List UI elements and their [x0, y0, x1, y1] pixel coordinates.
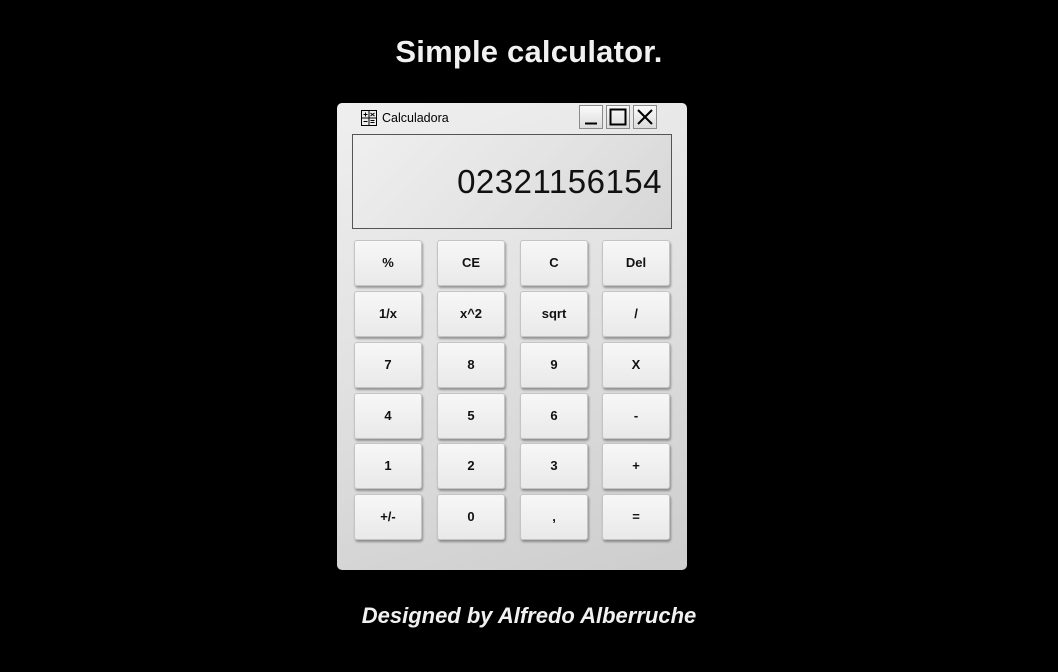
digit-9-button[interactable]: 9 — [520, 342, 588, 388]
digit-0-button[interactable]: 0 — [437, 494, 505, 540]
multiply-button[interactable]: X — [602, 342, 670, 388]
digit-5-button[interactable]: 5 — [437, 393, 505, 439]
negate-button[interactable]: +/- — [354, 494, 422, 540]
digit-8-button[interactable]: 8 — [437, 342, 505, 388]
reciprocal-button[interactable]: 1/x — [354, 291, 422, 337]
divide-button[interactable]: / — [602, 291, 670, 337]
window-title: Calculadora — [382, 111, 449, 125]
decimal-button[interactable]: , — [520, 494, 588, 540]
maximize-button[interactable] — [606, 105, 630, 129]
maximize-icon — [609, 108, 627, 126]
close-icon — [637, 109, 653, 125]
digit-1-button[interactable]: 1 — [354, 443, 422, 489]
minimize-button[interactable] — [579, 105, 603, 129]
digit-6-button[interactable]: 6 — [520, 393, 588, 439]
equals-button[interactable]: = — [602, 494, 670, 540]
close-button[interactable] — [633, 105, 657, 129]
clear-button[interactable]: C — [520, 240, 588, 286]
add-button[interactable]: + — [602, 443, 670, 489]
delete-button[interactable]: Del — [602, 240, 670, 286]
page-title: Simple calculator. — [395, 34, 663, 69]
page: Simple calculator. Calculadora 023211561… — [0, 0, 1058, 672]
square-root-button[interactable]: sqrt — [520, 291, 588, 337]
percent-button[interactable]: % — [354, 240, 422, 286]
digit-7-button[interactable]: 7 — [354, 342, 422, 388]
subtract-button[interactable]: - — [602, 393, 670, 439]
minimize-icon — [585, 122, 597, 125]
calculator-display: 02321156154 — [352, 134, 672, 229]
display-value: 02321156154 — [457, 163, 662, 200]
clear-entry-button[interactable]: CE — [437, 240, 505, 286]
footer-credit: Designed by Alfredo Alberruche — [361, 603, 697, 628]
square-button[interactable]: x^2 — [437, 291, 505, 337]
digit-2-button[interactable]: 2 — [437, 443, 505, 489]
digit-3-button[interactable]: 3 — [520, 443, 588, 489]
calculator-icon — [361, 110, 377, 126]
digit-4-button[interactable]: 4 — [354, 393, 422, 439]
calculator-window: Calculadora 02321156154 % CE C Del 1/x x… — [337, 103, 687, 570]
